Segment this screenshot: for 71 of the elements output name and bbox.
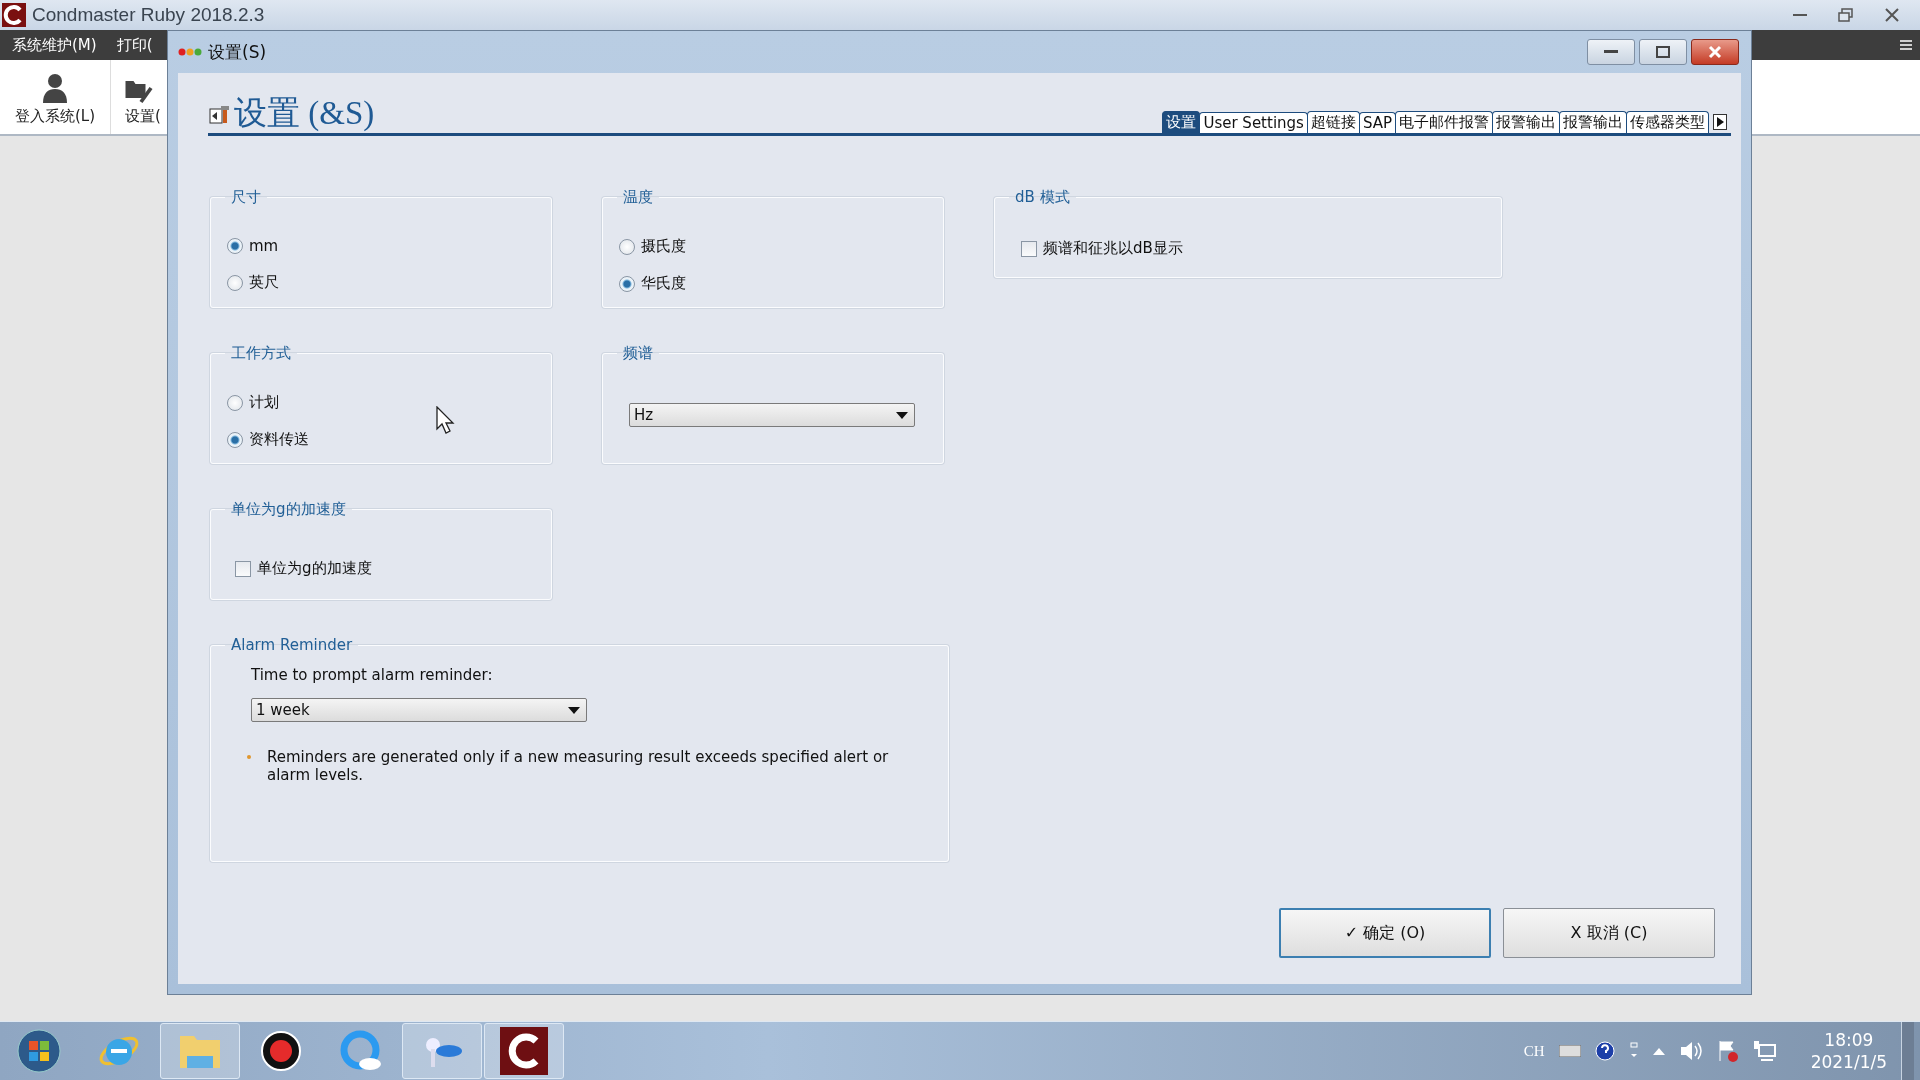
radio-button[interactable]	[227, 431, 243, 448]
traffic-light-icon	[178, 47, 202, 57]
option-label: 资料传送	[249, 430, 309, 449]
help-icon[interactable]	[1594, 1041, 1615, 1061]
close-button[interactable]	[1885, 8, 1899, 22]
radio-button[interactable]	[227, 274, 243, 291]
dropdown-arrow-icon	[896, 411, 908, 419]
tab[interactable]: SAP	[1358, 112, 1396, 133]
tab[interactable]: 设置	[1162, 111, 1201, 133]
group-title: Alarm Reminder	[230, 636, 354, 654]
show-hidden-icons-icon[interactable]	[1652, 1047, 1665, 1055]
checkbox[interactable]	[235, 560, 251, 577]
group-title: 尺寸	[230, 188, 262, 207]
minimize-button[interactable]	[1793, 13, 1807, 17]
tab[interactable]: User Settings	[1199, 112, 1308, 133]
menu-item[interactable]: 打印(	[116, 35, 153, 55]
option-label: 英尺	[249, 273, 279, 292]
menu-item[interactable]: 系统维护(M)	[12, 35, 97, 55]
cancel-button[interactable]: X 取消 (C)	[1503, 908, 1715, 958]
speaker-icon[interactable]	[1678, 1040, 1703, 1062]
tab[interactable]: 电子邮件报警	[1395, 111, 1493, 133]
maximize-icon	[1656, 46, 1670, 58]
option-label: mm	[249, 237, 279, 255]
tab[interactable]: 报警输出	[1559, 111, 1627, 133]
flag-icon[interactable]	[1716, 1039, 1739, 1063]
toolbar-button[interactable]: 登入系统(L)	[0, 60, 111, 134]
checkbox-label: 单位为g的加速度	[257, 559, 372, 578]
dialog-title: 设置(S)	[208, 40, 267, 64]
toolbar-button[interactable]: 设置(	[111, 60, 161, 134]
network-icon[interactable]	[1752, 1040, 1777, 1062]
group-title: 频谱	[622, 344, 654, 363]
close-icon	[1708, 45, 1722, 59]
group-title: 工作方式	[230, 344, 292, 363]
dialog-heading: 设置 (&S)	[234, 94, 375, 133]
show-desktop-button[interactable]	[1901, 1022, 1914, 1080]
option-label: 计划	[249, 393, 279, 412]
dropdown-arrow-icon	[568, 706, 580, 714]
tab[interactable]: 传感器类型	[1626, 111, 1709, 133]
menu-icon[interactable]	[1900, 40, 1912, 50]
radio-button[interactable]	[227, 238, 243, 254]
checkbox-label: 频谱和征兆以dB显示	[1043, 239, 1183, 258]
radio-button[interactable]	[227, 394, 243, 411]
settings-tools-icon	[208, 103, 230, 125]
maximize-button[interactable]	[1639, 39, 1687, 65]
dropdown[interactable]: Hz	[629, 403, 915, 427]
mouse-cursor-icon	[436, 406, 456, 434]
group-title: 单位为g的加速度	[230, 500, 347, 519]
radio-button[interactable]	[619, 238, 635, 255]
scroll-right-icon[interactable]	[1713, 114, 1727, 130]
person-icon	[42, 73, 68, 103]
group-title: 温度	[622, 188, 654, 207]
tab[interactable]: 超链接	[1306, 111, 1360, 133]
close-button[interactable]	[1691, 39, 1739, 65]
minimize-button[interactable]	[1587, 39, 1635, 65]
bullet-icon	[247, 755, 251, 759]
checkbox[interactable]	[1021, 240, 1037, 257]
folder-wrench-icon	[125, 81, 153, 103]
group-title: dB 模式	[1014, 188, 1071, 207]
restore-button[interactable]	[1838, 8, 1854, 22]
window-title: Condmaster Ruby 2018.2.3	[32, 4, 265, 26]
option-label: 摄氏度	[641, 237, 686, 256]
app-logo-icon[interactable]	[484, 1023, 564, 1079]
note-text: Reminders are generated only if a new measuring result exceeds specified alert or alarm levels.	[267, 748, 890, 784]
radio-button[interactable]	[619, 275, 635, 292]
app-logo-icon	[2, 3, 26, 27]
ok-button[interactable]: ✓ 确定 (O)	[1279, 908, 1491, 958]
minimize-icon	[1604, 50, 1618, 54]
tab[interactable]: 报警输出	[1492, 111, 1560, 133]
option-label: 华氏度	[641, 274, 686, 293]
prompt-label: Time to prompt alarm reminder:	[251, 666, 494, 684]
dropdown[interactable]: 1 week	[251, 698, 587, 722]
